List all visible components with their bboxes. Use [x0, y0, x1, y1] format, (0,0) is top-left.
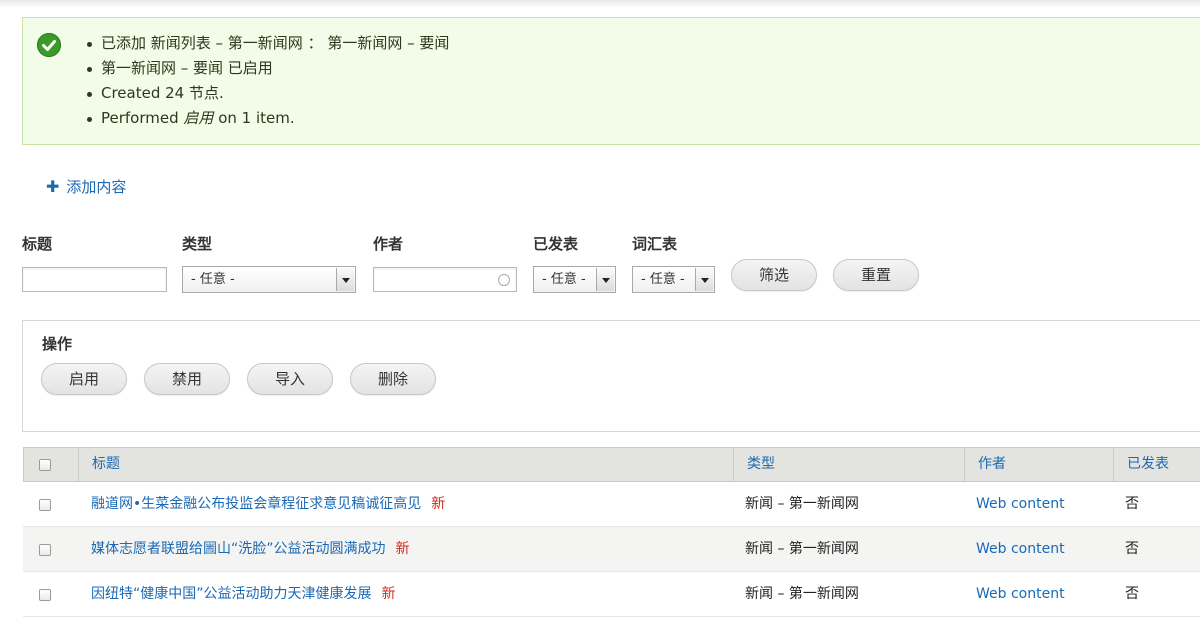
row-published: 否	[1125, 541, 1139, 557]
status-message-item: 已添加 新闻列表 – 第一新闻网 ： 第一新闻网 – 要闻	[85, 31, 449, 56]
table-row: 因纽特“健康中国”公益活动助力天津健康发展新 新闻 – 第一新闻网 Web co…	[23, 572, 1200, 617]
vocabulary-filter-label: 词汇表	[632, 235, 678, 253]
add-content-label: 添加内容	[66, 178, 127, 196]
type-filter-label: 类型	[182, 235, 213, 253]
row-checkbox[interactable]	[39, 544, 51, 556]
title-filter-input[interactable]	[22, 267, 167, 292]
add-content-link[interactable]: ✚ 添加内容	[46, 176, 126, 197]
row-title-link[interactable]: 因纽特“健康中国”公益活动助力天津健康发展	[91, 586, 372, 602]
delete-button[interactable]: 删除	[350, 363, 436, 395]
row-author-link[interactable]: Web content	[976, 572, 1065, 617]
status-message-item: Performed 启用 on 1 item.	[85, 106, 449, 131]
column-header-author[interactable]: 作者	[964, 448, 1113, 481]
author-filter-label: 作者	[373, 235, 404, 253]
status-message-item: 第一新闻网 – 要闻 已启用	[85, 56, 449, 81]
row-author-link[interactable]: Web content	[976, 527, 1065, 572]
row-checkbox[interactable]	[39, 499, 51, 511]
table-header: 标题 类型 作者 已发表	[23, 447, 1200, 482]
content-table: 标题 类型 作者 已发表 融道网•生菜金融公布投监会章程征求意见稿诚征高见新 新…	[23, 447, 1200, 617]
published-filter-label: 已发表	[533, 235, 579, 253]
row-checkbox[interactable]	[39, 589, 51, 601]
row-title: 因纽特“健康中国”公益活动助力天津健康发展新	[91, 572, 396, 617]
column-header-type[interactable]: 类型	[733, 448, 964, 481]
chevron-down-icon	[336, 268, 354, 291]
operations-title: 操作	[42, 335, 73, 353]
filter-button[interactable]: 筛选	[731, 259, 817, 291]
vocabulary-filter-select[interactable]: - 任意 -	[632, 266, 715, 293]
plus-icon: ✚	[46, 177, 60, 196]
row-type: 新闻 – 第一新闻网	[745, 496, 859, 512]
table-row: 融道网•生菜金融公布投监会章程征求意见稿诚征高见新 新闻 – 第一新闻网 Web…	[23, 482, 1200, 527]
row-published: 否	[1125, 586, 1139, 602]
select-all-checkbox[interactable]	[39, 459, 51, 471]
row-published: 否	[1125, 496, 1139, 512]
chevron-down-icon	[695, 268, 713, 291]
row-author-link[interactable]: Web content	[976, 482, 1065, 527]
import-button[interactable]: 导入	[247, 363, 333, 395]
row-title-link[interactable]: 媒体志愿者联盟给圌山“洗脸”公益活动圆满成功	[91, 541, 386, 557]
chevron-down-icon	[596, 268, 614, 291]
table-row: 媒体志愿者联盟给圌山“洗脸”公益活动圆满成功新 新闻 – 第一新闻网 Web c…	[23, 527, 1200, 572]
type-filter-select[interactable]: - 任意 -	[182, 266, 356, 293]
check-circle-icon	[37, 33, 61, 57]
enable-button[interactable]: 启用	[41, 363, 127, 395]
column-header-title[interactable]: 标题	[78, 448, 733, 481]
status-message: 已添加 新闻列表 – 第一新闻网 ： 第一新闻网 – 要闻 第一新闻网 – 要闻…	[22, 17, 1200, 145]
row-title: 融道网•生菜金融公布投监会章程征求意见稿诚征高见新	[91, 482, 445, 527]
new-badge: 新	[395, 541, 410, 557]
author-filter-input[interactable]	[373, 267, 517, 292]
column-header-published[interactable]: 已发表	[1113, 448, 1200, 481]
status-message-item: Created 24 节点.	[85, 81, 449, 106]
reset-button[interactable]: 重置	[833, 259, 919, 291]
title-filter-label: 标题	[22, 235, 53, 253]
window-top-edge	[0, 0, 1200, 8]
autocomplete-throbber-icon	[498, 274, 510, 286]
status-message-list: 已添加 新闻列表 – 第一新闻网 ： 第一新闻网 – 要闻 第一新闻网 – 要闻…	[85, 31, 449, 131]
operations-fieldset: 操作 启用 禁用 导入 删除	[22, 320, 1200, 432]
new-badge: 新	[431, 496, 446, 512]
disable-button[interactable]: 禁用	[144, 363, 230, 395]
row-type: 新闻 – 第一新闻网	[745, 541, 859, 557]
row-title-link[interactable]: 融道网•生菜金融公布投监会章程征求意见稿诚征高见	[91, 496, 421, 512]
published-filter-select[interactable]: - 任意 -	[533, 266, 616, 293]
row-title: 媒体志愿者联盟给圌山“洗脸”公益活动圆满成功新	[91, 527, 410, 572]
row-type: 新闻 – 第一新闻网	[745, 586, 859, 602]
new-badge: 新	[381, 586, 396, 602]
